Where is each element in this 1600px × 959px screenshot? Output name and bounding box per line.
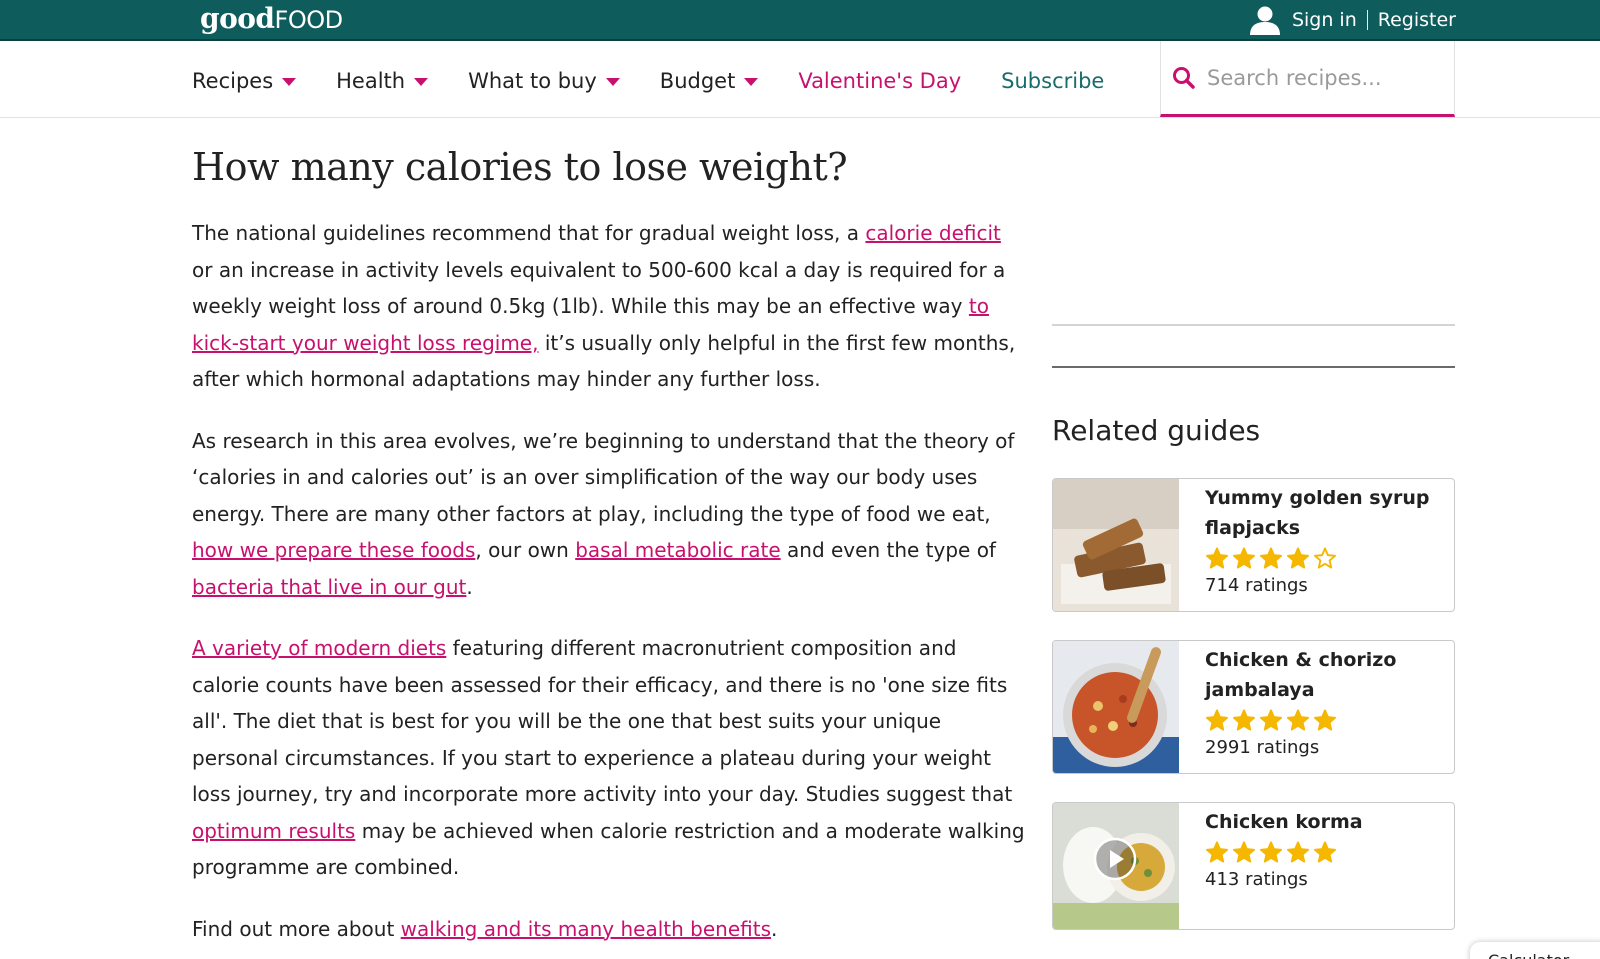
guide-title[interactable]: Chicken korma [1205, 807, 1363, 837]
paragraph-text: featuring different macronutrient compos… [192, 636, 1013, 806]
guide-info: Chicken korma 413 ratings [1179, 803, 1363, 929]
nav-item-label: Health [336, 69, 406, 93]
account-divider [1366, 10, 1368, 30]
flapjack-thumbnail[interactable] [1053, 479, 1179, 611]
gut-bacteria-link[interactable]: bacteria that live in our gut [192, 575, 466, 599]
user-icon[interactable] [1248, 5, 1282, 35]
chevron-down-icon [282, 78, 297, 86]
korma-thumbnail[interactable] [1053, 803, 1179, 929]
optimum-results-link[interactable]: optimum results [192, 819, 355, 843]
nav-item-what-to-buy[interactable]: What to buy [468, 69, 620, 93]
logo-bold-text: good [200, 2, 275, 35]
guide-info: Chicken & chorizo jambalaya 2991 ratings [1179, 641, 1454, 773]
chevron-down-icon [414, 78, 429, 86]
paragraph-text: Find out more about [192, 916, 401, 941]
logo-light-text: FOOD [274, 6, 344, 34]
nav-item-label: Valentine's Day [798, 69, 962, 93]
guide-info: Yummy golden syrup flapjacks 714 ratings [1179, 479, 1454, 611]
guide-title[interactable]: Yummy golden syrup flapjacks [1205, 483, 1454, 543]
sign-in-link[interactable]: Sign in [1292, 9, 1357, 31]
article: How many calories to lose weight? The na… [192, 145, 1027, 959]
nav-item-label: What to buy [468, 69, 597, 93]
modern-diets-link[interactable]: A variety of modern diets [192, 636, 446, 660]
account-links: Sign in Register [1248, 4, 1456, 36]
star-filled-icon [1287, 841, 1309, 863]
paragraph-text: . [466, 574, 473, 599]
paragraph-text: The national guidelines recommend that f… [192, 221, 866, 245]
star-filled-icon [1206, 841, 1228, 863]
main-nav: Recipes Health What to buy Budget Valent… [0, 41, 1600, 118]
star-filled-icon [1287, 709, 1309, 731]
nav-item-valentines-day[interactable]: Valentine's Day [798, 69, 961, 93]
sidebar-divider [1052, 366, 1455, 368]
nav-items: Recipes Health What to buy Budget Valent… [192, 69, 1144, 93]
star-filled-icon [1233, 709, 1255, 731]
star-filled-icon [1233, 841, 1255, 863]
ratings-count: 714 ratings [1205, 575, 1308, 596]
chevron-down-icon [605, 78, 620, 86]
article-paragraph: Find out more about walking and its many… [192, 911, 1027, 948]
star-filled-icon [1287, 547, 1309, 569]
search-icon[interactable] [1171, 65, 1197, 91]
paragraph-text: or an increase in activity levels equiva… [192, 257, 1006, 319]
related-guide-card[interactable]: Chicken korma 413 ratings [1052, 802, 1455, 930]
guide-title[interactable]: Chicken & chorizo jambalaya [1205, 645, 1454, 705]
chevron-down-icon [744, 78, 759, 86]
basal-metabolic-rate-link[interactable]: basal metabolic rate [575, 538, 780, 562]
search-input[interactable] [1207, 65, 1447, 90]
article-paragraph: A variety of modern diets featuring diff… [192, 630, 1027, 886]
ratings-count: 413 ratings [1205, 869, 1308, 890]
nav-item-recipes[interactable]: Recipes [192, 69, 297, 93]
flapjack-image [1053, 479, 1179, 611]
article-paragraph: As research in this area evolves, we’re … [192, 423, 1027, 606]
search-box [1160, 41, 1455, 117]
paragraph-text: . [770, 916, 778, 941]
star-filled-icon [1233, 547, 1255, 569]
jambalaya-thumbnail[interactable] [1053, 641, 1179, 773]
calculator-tab[interactable]: Calculator [1470, 942, 1600, 959]
star-filled-icon [1260, 709, 1282, 731]
related-guides-heading: Related guides [1052, 414, 1261, 447]
star-filled-icon [1260, 841, 1282, 863]
article-paragraph: The national guidelines recommend that f… [192, 215, 1027, 398]
ratings-count: 2991 ratings [1205, 737, 1320, 758]
sidebar-divider [1052, 324, 1455, 326]
calorie-deficit-link[interactable]: calorie deficit [865, 221, 1000, 245]
nav-item-health[interactable]: Health [336, 69, 429, 93]
paragraph-text: As research in this area evolves, we’re … [192, 428, 1015, 526]
paragraph-text: , our own [475, 538, 576, 562]
star-filled-icon [1206, 547, 1228, 569]
star-filled-icon [1206, 709, 1228, 731]
jambalaya-image [1053, 641, 1179, 773]
play-icon[interactable] [1093, 837, 1137, 881]
page-title: How many calories to lose weight? [192, 145, 848, 189]
site-logo[interactable]: goodFOOD [200, 2, 343, 35]
nav-item-label: Budget [659, 69, 736, 93]
top-bar: goodFOOD Sign in Register [0, 0, 1600, 41]
star-filled-icon [1260, 547, 1282, 569]
nav-item-budget[interactable]: Budget [660, 69, 759, 93]
star-filled-icon [1314, 841, 1336, 863]
star-empty-icon [1314, 547, 1336, 569]
register-link[interactable]: Register [1378, 9, 1456, 31]
star-filled-icon [1314, 709, 1336, 731]
nav-item-subscribe[interactable]: Subscribe [1001, 69, 1104, 93]
nav-item-label: Recipes [192, 69, 274, 93]
star-rating [1205, 709, 1454, 731]
prepare-foods-link[interactable]: how we prepare these foods [192, 538, 475, 562]
walking-benefits-link[interactable]: walking and its many health benefits [401, 917, 771, 941]
related-guide-card[interactable]: Chicken & chorizo jambalaya 2991 ratings [1052, 640, 1455, 774]
star-rating [1205, 547, 1454, 569]
nav-item-label: Subscribe [1001, 69, 1105, 93]
star-rating [1205, 841, 1363, 863]
related-guide-card[interactable]: Yummy golden syrup flapjacks 714 ratings [1052, 478, 1455, 612]
paragraph-text: and even the type of [780, 538, 996, 562]
